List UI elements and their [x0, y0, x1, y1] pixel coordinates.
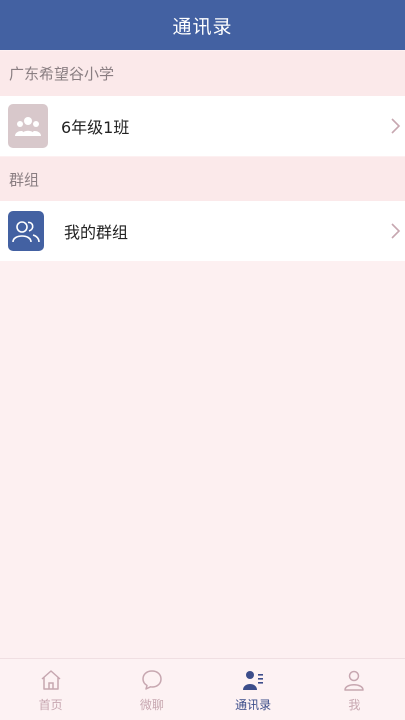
list-item-label: 我的群组: [64, 223, 129, 242]
chevron-right-icon: [391, 223, 401, 239]
section-header-groups: 群组: [0, 157, 405, 202]
section-header-school: 广东希望谷小学: [0, 51, 405, 96]
my-groups-icon: [8, 211, 44, 251]
top-bar: 通讯录: [0, 0, 405, 50]
nav-item-chat[interactable]: 微聊: [101, 659, 202, 720]
chevron-right-icon: [391, 118, 401, 134]
nav-item-home[interactable]: 首页: [0, 659, 101, 720]
nav-label: 我: [348, 698, 361, 712]
nav-label: 通讯录: [235, 698, 272, 712]
nav-label: 微聊: [139, 698, 164, 712]
bottom-nav: 首页 微聊 通讯录 我: [0, 658, 405, 720]
home-icon: [41, 670, 61, 690]
list-item-my-groups[interactable]: 我的群组: [0, 201, 405, 261]
contacts-icon: [243, 671, 264, 690]
list-item-class[interactable]: 6年级1班: [0, 96, 405, 156]
class-group-icon: [8, 104, 48, 148]
nav-item-contacts[interactable]: 通讯录: [203, 659, 304, 720]
person-icon: [344, 670, 365, 691]
nav-label: 首页: [38, 698, 63, 712]
list-item-label: 6年级1班: [61, 118, 130, 137]
chat-bubble-icon: [142, 670, 162, 690]
page-title: 通讯录: [172, 15, 233, 38]
nav-item-me[interactable]: 我: [304, 659, 405, 720]
contacts-screen: 通讯录 广东希望谷小学 6年级1班 群组 我的群组 首页 微聊 通讯录 我: [0, 0, 405, 720]
